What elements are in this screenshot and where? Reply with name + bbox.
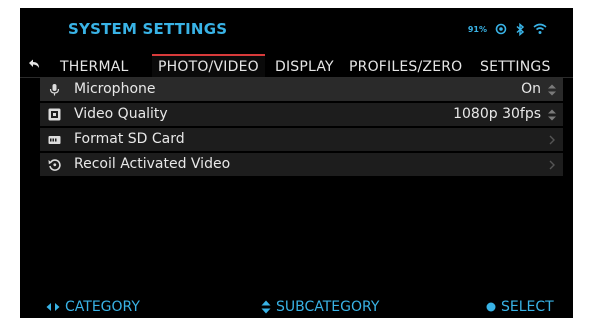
hint-category: CATEGORY: [46, 299, 140, 315]
back-arrow-icon[interactable]: [26, 57, 42, 73]
status-bar: 91%: [468, 22, 547, 36]
chevron-right-icon[interactable]: [547, 159, 557, 171]
video-quality-icon: [48, 108, 61, 121]
stepper-icon[interactable]: [547, 84, 557, 96]
page-title: SYSTEM SETTINGS: [68, 20, 228, 38]
up-down-arrows-icon: [261, 300, 271, 314]
tab-photo-video[interactable]: PHOTO/VIDEO: [152, 54, 265, 78]
battery-icon: 91%: [467, 24, 487, 34]
menu-item-format-sd-card[interactable]: Format SD Card: [40, 128, 563, 152]
microphone-icon: [49, 84, 60, 96]
tab-profiles-zero[interactable]: PROFILES/ZERO: [349, 56, 462, 78]
settings-list: Microphone On Video Quality 1080p 30fps: [40, 78, 563, 178]
tab-settings[interactable]: SETTINGS: [480, 56, 551, 78]
tab-thermal[interactable]: THERMAL: [60, 56, 129, 78]
tab-bar: THERMAL PHOTO/VIDEO DISPLAY PROFILES/ZER…: [20, 52, 573, 78]
tab-display[interactable]: DISPLAY: [275, 56, 334, 78]
record-indicator-icon: [495, 23, 507, 35]
recoil-icon: [48, 159, 61, 171]
menu-item-value: 1080p 30fps: [453, 106, 541, 122]
menu-item-value: On: [521, 81, 541, 97]
wifi-icon: [533, 23, 547, 34]
sd-card-icon: [48, 136, 61, 144]
stepper-icon[interactable]: [547, 109, 557, 121]
device-screen: SYSTEM SETTINGS 91% THERMAL PHOTO/VIDEO …: [20, 8, 573, 318]
top-bar: SYSTEM SETTINGS 91%: [20, 8, 573, 48]
menu-item-label: Video Quality: [74, 106, 168, 122]
hint-select: SELECT: [486, 299, 554, 315]
menu-item-video-quality[interactable]: Video Quality 1080p 30fps: [40, 103, 563, 127]
footer-hints: CATEGORY SUBCATEGORY SELECT: [20, 297, 573, 318]
bluetooth-icon: [516, 22, 525, 36]
menu-item-label: Recoil Activated Video: [74, 156, 231, 172]
menu-item-microphone[interactable]: Microphone On: [40, 78, 563, 102]
menu-item-recoil-activated-video[interactable]: Recoil Activated Video: [40, 153, 563, 177]
select-dot-icon: [486, 302, 496, 312]
chevron-right-icon[interactable]: [547, 134, 557, 146]
menu-item-label: Format SD Card: [74, 131, 185, 147]
hint-subcategory: SUBCATEGORY: [261, 299, 379, 315]
menu-item-label: Microphone: [74, 81, 156, 97]
left-right-arrows-icon: [46, 303, 60, 311]
